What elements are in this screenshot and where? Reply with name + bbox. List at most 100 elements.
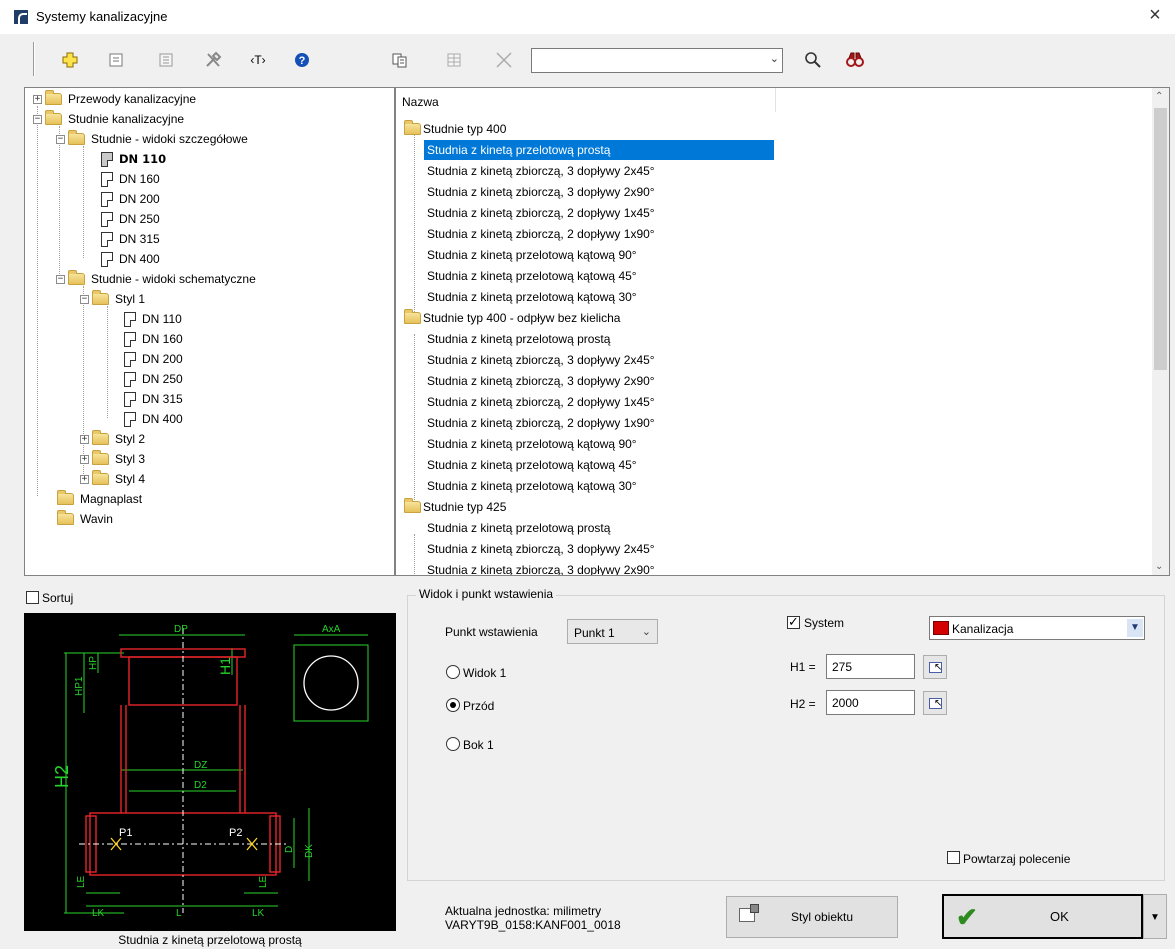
dim-hp: HP <box>88 656 99 670</box>
tree-node[interactable]: Wavin <box>45 510 116 528</box>
list-item[interactable]: Studnia z kinetą zbiorczą, 2 dopływy 1x4… <box>424 392 658 412</box>
list-item[interactable]: Studnia z kinetą przelotową kątową 45° <box>424 266 640 286</box>
dim-dz: DZ <box>194 760 207 771</box>
list-group[interactable]: Studnie typ 400 - odpływ bez kielicha <box>404 308 620 328</box>
dim-le-left: LE <box>76 875 87 888</box>
h1-pick-icon[interactable] <box>923 655 947 679</box>
tree-node[interactable]: + Przewody kanalizacyjne <box>33 90 199 108</box>
list-group[interactable]: Studnie typ 425 <box>404 497 506 517</box>
item-list[interactable]: Nazwa Studnie typ 400 Studnia z kinetą p… <box>395 87 1170 576</box>
tree-node[interactable]: DN 315 <box>122 390 186 408</box>
tree-node[interactable]: DN 200 <box>122 350 186 368</box>
tree-node[interactable]: DN 160 <box>99 170 163 188</box>
tree-node[interactable]: DN 400 <box>99 250 163 268</box>
scrollbar-thumb[interactable] <box>1154 108 1167 370</box>
category-tree[interactable]: + Przewody kanalizacyjne − Studnie kanaliz… <box>24 87 395 576</box>
list-item[interactable]: Studnia z kinetą zbiorczą, 2 dopływy 1x4… <box>424 203 658 223</box>
binoculars-icon[interactable] <box>842 48 868 72</box>
list-item[interactable]: Studnia z kinetą zbiorczą, 3 dopływy 2x4… <box>424 161 658 181</box>
styl-obiektu-button[interactable]: Styl obiektu <box>726 896 898 938</box>
delete-icon[interactable] <box>491 48 517 72</box>
tree-node[interactable]: − Studnie - widoki szczegółowe <box>56 130 251 148</box>
list-item[interactable]: Studnia z kinetą zbiorczą, 3 dopływy 2x4… <box>424 539 658 559</box>
list-item-selected[interactable]: Studnia z kinetą przelotową prostą <box>424 140 774 160</box>
sortuj-checkbox[interactable] <box>26 591 39 604</box>
add-icon[interactable] <box>57 48 83 72</box>
h2-input[interactable]: 2000 <box>826 690 915 715</box>
h2-pick-icon[interactable] <box>923 691 947 715</box>
help-icon[interactable]: ? <box>289 48 315 72</box>
powtarzaj-label: Powtarzaj polecenie <box>963 852 1071 866</box>
list-item[interactable]: Studnia z kinetą zbiorczą, 3 dopływy 2x4… <box>424 350 658 370</box>
tree-node[interactable]: DN 400 <box>122 410 186 428</box>
list-item[interactable]: Studnia z kinetą przelotową prostą <box>424 518 613 538</box>
h2-label: H2 = <box>790 697 816 711</box>
point-p1: P1 <box>119 827 132 839</box>
ok-button[interactable]: ✔ OK <box>942 894 1143 939</box>
powtarzaj-checkbox[interactable] <box>947 851 960 864</box>
search-combo[interactable]: ⌄ <box>531 48 783 73</box>
object-code: VARYT9B_0158:KANF001_0018 <box>445 918 621 932</box>
tree-node[interactable]: DN 315 <box>99 230 163 248</box>
search-icon[interactable] <box>800 48 826 72</box>
punkt-wstawienia-label: Punkt wstawienia <box>445 625 538 639</box>
radio-widok-1-label: Widok 1 <box>463 666 507 680</box>
grid-icon[interactable] <box>441 48 467 72</box>
scroll-up-icon[interactable]: ⌃ <box>1155 91 1163 102</box>
tree-node[interactable]: + Styl 2 <box>80 430 148 448</box>
tree-node[interactable]: − Styl 1 <box>80 290 148 308</box>
radio-widok-1[interactable] <box>446 665 460 679</box>
close-icon[interactable]: × <box>1143 5 1167 27</box>
punkt-wstawienia-select[interactable]: Punkt 1 ⌄ <box>567 619 658 644</box>
list-item[interactable]: Studnia z kinetą przelotową kątową 90° <box>424 245 640 265</box>
list-item[interactable]: Studnia z kinetą przelotową kątową 90° <box>424 434 640 454</box>
tree-node-selected[interactable]: DN 110 <box>99 150 169 168</box>
tree-node[interactable]: + Styl 3 <box>80 450 148 468</box>
copy-icon[interactable] <box>387 48 413 72</box>
list-item[interactable]: Studnia z kinetą zbiorczą, 3 dopływy 2x9… <box>424 371 658 391</box>
radio-przod[interactable] <box>446 698 460 712</box>
point-p2: P2 <box>229 827 242 839</box>
list-item[interactable]: Studnia z kinetą zbiorczą, 2 dopływy 1x9… <box>424 413 658 433</box>
dim-d2: D2 <box>194 780 207 791</box>
list-item[interactable]: Studnia z kinetą przelotową kątową 45° <box>424 455 640 475</box>
ok-dropdown-button[interactable]: ▼ <box>1143 894 1167 939</box>
tree-node[interactable]: Magnaplast <box>45 490 145 508</box>
list-item[interactable]: Studnia z kinetą zbiorczą, 2 dopływy 1x9… <box>424 224 658 244</box>
tree-node[interactable]: DN 250 <box>122 370 186 388</box>
dim-d: D <box>284 846 295 853</box>
column-header-nazwa[interactable]: Nazwa <box>396 88 776 112</box>
chevron-down-icon[interactable]: ⌄ <box>770 52 779 65</box>
toolbar-grip[interactable] <box>33 42 35 76</box>
tools-icon[interactable] <box>200 48 226 72</box>
h1-input[interactable]: 275 <box>826 654 915 679</box>
scroll-down-icon[interactable]: ⌄ <box>1155 561 1163 572</box>
vertical-scrollbar[interactable]: ⌃ ⌄ <box>1152 88 1169 575</box>
radio-przod-label: Przód <box>463 699 495 713</box>
chevron-down-icon[interactable]: ▼ <box>1127 619 1143 637</box>
list-item[interactable]: Studnia z kinetą zbiorczą, 3 dopływy 2x9… <box>424 560 658 575</box>
tree-node[interactable]: + Styl 4 <box>80 470 148 488</box>
properties-icon[interactable] <box>103 48 129 72</box>
app-icon <box>14 10 28 24</box>
list-item[interactable]: Studnia z kinetą przelotową prostą <box>424 329 613 349</box>
tree-node[interactable]: − Studnie - widoki schematyczne <box>56 270 259 288</box>
list-item[interactable]: Studnia z kinetą przelotową kątową 30° <box>424 476 640 496</box>
tree-node[interactable]: DN 250 <box>99 210 163 228</box>
title-bar <box>0 0 1175 34</box>
list-item[interactable]: Studnia z kinetą zbiorczą, 3 dopływy 2x9… <box>424 182 658 202</box>
text-tag-icon[interactable]: ‹T› <box>245 48 271 72</box>
tree-node[interactable]: DN 110 <box>122 310 185 328</box>
system-checkbox[interactable] <box>787 614 800 630</box>
system-combo[interactable]: Kanalizacja ▼ <box>929 616 1145 640</box>
list-icon[interactable] <box>153 48 179 72</box>
style-icon <box>739 904 759 922</box>
dim-lk-right: LK <box>252 908 265 919</box>
radio-bok-1[interactable] <box>446 737 460 751</box>
list-group[interactable]: Studnie typ 400 <box>404 119 506 139</box>
preview-caption: Studnia z kinetą przelotową prostą <box>118 933 302 947</box>
tree-node[interactable]: − Studnie kanalizacyjne <box>33 110 187 128</box>
tree-node[interactable]: DN 160 <box>122 330 186 348</box>
list-item[interactable]: Studnia z kinetą przelotową kątową 30° <box>424 287 640 307</box>
tree-node[interactable]: DN 200 <box>99 190 163 208</box>
